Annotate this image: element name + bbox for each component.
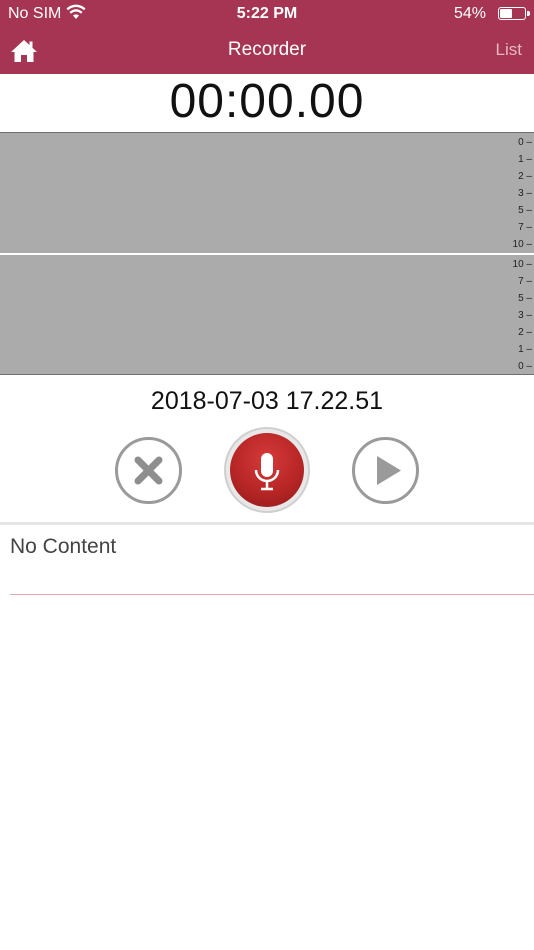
bottom-tick: 2 –	[518, 327, 532, 338]
bottom-tick: 1 –	[518, 344, 532, 355]
battery-fill	[500, 9, 512, 18]
top-tick: 0 –	[518, 137, 532, 148]
content-underline	[10, 594, 534, 595]
top-tick: 1 –	[518, 154, 532, 165]
microphone-icon	[254, 453, 280, 491]
status-bar: No SIM 5:22 PM 54%	[0, 0, 534, 28]
top-tick: 10 –	[512, 239, 532, 250]
bottom-tick: 5 –	[518, 293, 532, 304]
record-button-face	[230, 433, 304, 507]
bottom-tick: 7 –	[518, 276, 532, 287]
top-tick: 3 –	[518, 188, 532, 199]
page-title: Recorder	[227, 39, 307, 60]
level-meter-top: 0 – 1 – 2 – 3 – 5 – 7 – 10 –	[0, 132, 534, 253]
play-icon	[377, 456, 401, 485]
bottom-tick: 3 –	[518, 310, 532, 321]
section-divider	[0, 522, 534, 525]
cancel-button[interactable]	[115, 437, 182, 504]
bottom-tick: 10 –	[512, 259, 532, 270]
record-button[interactable]	[224, 427, 310, 513]
battery-percentage: 54%	[453, 5, 486, 22]
list-button[interactable]: List	[496, 28, 522, 72]
battery-icon	[498, 7, 530, 20]
bottom-tick: 0 –	[518, 361, 532, 372]
elapsed-timer: 00:00.00	[169, 75, 365, 128]
x-icon	[134, 456, 163, 485]
top-tick: 7 –	[518, 222, 532, 233]
top-tick: 2 –	[518, 171, 532, 182]
empty-state-label: No Content	[10, 535, 117, 558]
top-bar: No SIM 5:22 PM 54% Recorder List	[0, 0, 534, 74]
navigation-bar: Recorder List	[0, 28, 534, 74]
recording-name: 2018-07-03 17.22.51	[150, 387, 384, 415]
play-button[interactable]	[352, 437, 419, 504]
level-meter-bottom: 10 – 7 – 5 – 3 – 2 – 1 – 0 –	[0, 253, 534, 375]
top-tick: 5 –	[518, 205, 532, 216]
